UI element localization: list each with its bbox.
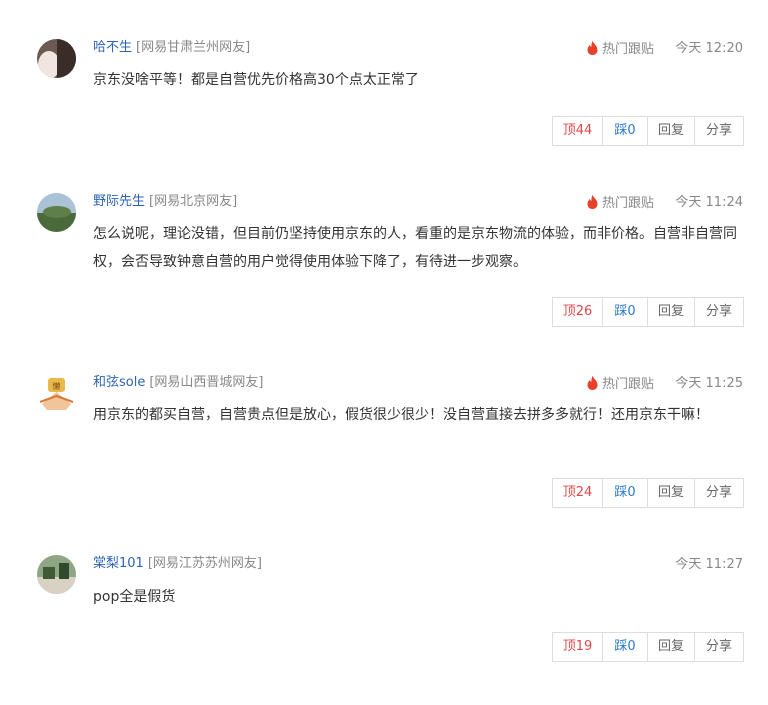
share-button[interactable]: 分享	[695, 633, 743, 661]
username-link[interactable]: 棠梨101	[93, 556, 144, 571]
reply-button[interactable]: 回复	[648, 633, 695, 661]
comment-meta: 棠梨101 [网易江苏苏州网友]	[93, 556, 262, 572]
avatar[interactable]	[37, 555, 76, 594]
comment-actions: 顶19 踩0 回复 分享	[552, 632, 744, 662]
comment-time: 今天 11:27	[675, 557, 743, 572]
user-location: [网易江苏苏州网友]	[147, 556, 262, 571]
downvote-button[interactable]: 踩0	[603, 633, 648, 661]
comment-item: 棠梨101 [网易江苏苏州网友] 今天 11:27 pop全是假货 顶19 踩0 …	[0, 0, 768, 705]
comment-text: pop全是假货	[93, 589, 176, 605]
upvote-button[interactable]: 顶19	[553, 633, 603, 661]
